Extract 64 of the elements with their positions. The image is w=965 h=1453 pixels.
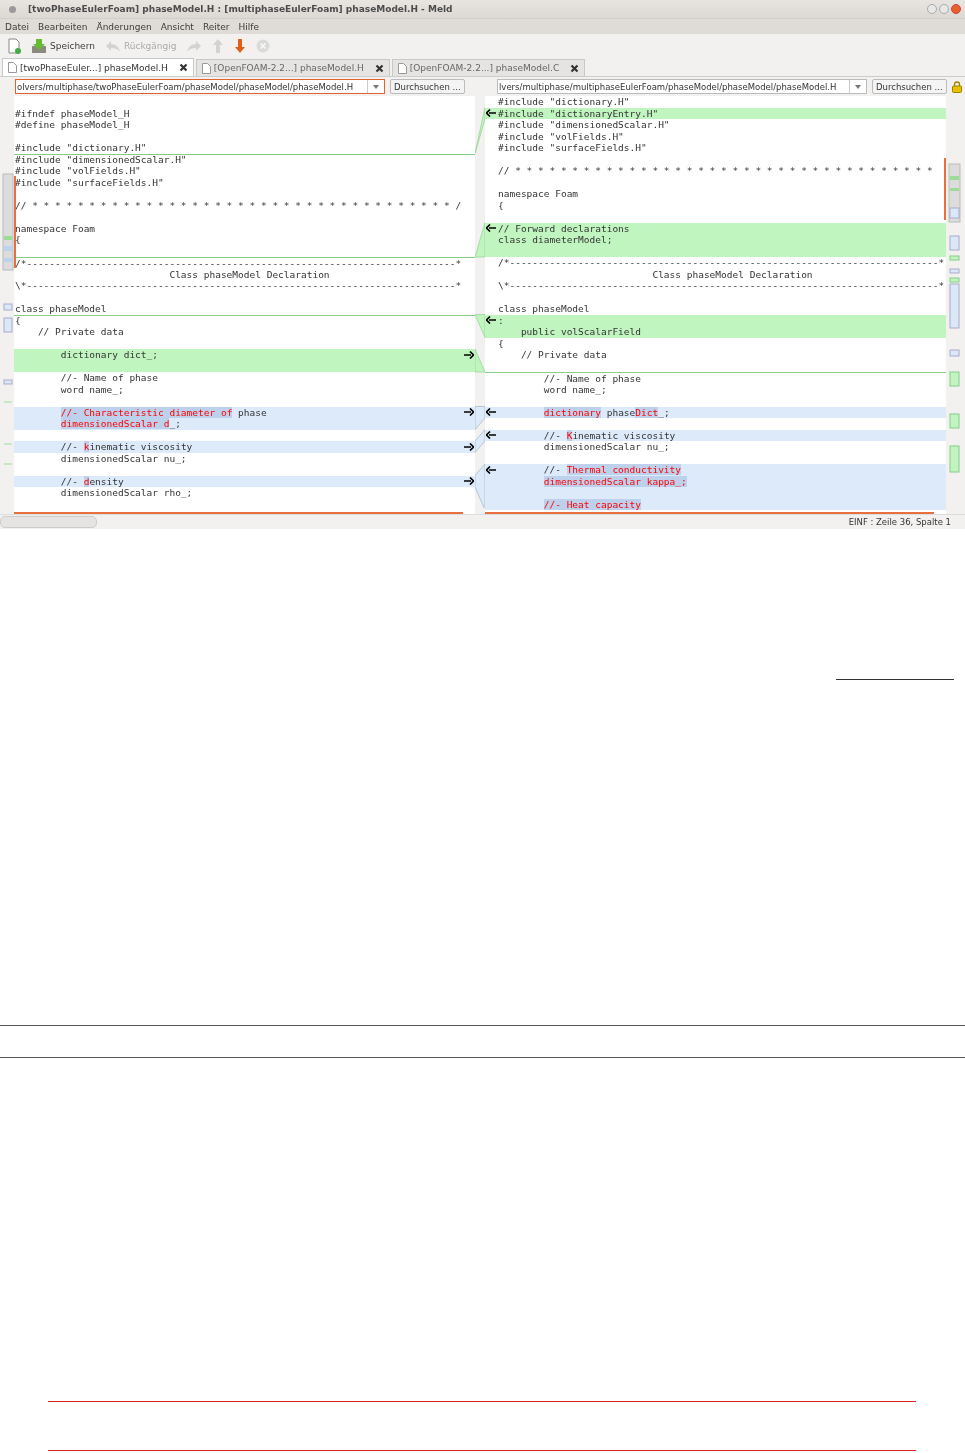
menu-item[interactable]: Datei: [5, 21, 29, 32]
code-line: dictionary dict_;: [59, 349, 158, 360]
code-line: {: [498, 337, 504, 349]
code-line: class phaseModel: [498, 303, 590, 314]
code-line: #include "dictionary.H": [498, 96, 630, 107]
code-line: // Private data: [36, 326, 124, 337]
code-line: #include "dimensionedScalar.H": [498, 119, 670, 130]
code-line: //- Name of phase: [542, 372, 641, 384]
code-line: #include "surfaceFields.H": [498, 142, 647, 153]
code-line: \*---------------------------------------------------------------------------*: [498, 280, 945, 291]
save-button[interactable]: Speichern: [29, 38, 97, 54]
code-line: //- Kinematic viscosity: [542, 429, 676, 441]
menu-item[interactable]: Bearbeiten: [38, 21, 88, 32]
code-line: class phaseModel: [15, 303, 107, 314]
window-title: [twoPhaseEulerFoam] phaseModel.H : [multiphaseEulerFoam] phaseModel.H - Meld: [28, 4, 453, 14]
code-line: #include "dimensionedScalar.H": [15, 154, 187, 165]
code-line: namespace Foam: [498, 188, 579, 199]
browse-button[interactable]: Durchsuchen ...: [872, 79, 947, 94]
code-line: //- Name of phase: [59, 372, 158, 383]
code-line: #include "dictionary.H": [15, 142, 147, 153]
code-line: dimensionedScalar nu_;: [59, 452, 187, 464]
code-line: {: [498, 199, 504, 211]
code-line: #include "volFields.H": [498, 130, 624, 142]
code-line: #include "volFields.H": [15, 165, 141, 176]
code-line: dimensionedScalar d_;: [59, 418, 181, 429]
code-line: dictionary phaseDict_;: [542, 406, 670, 418]
code-line: // * * * * * * * * * * * * * * * * * * * * * * * * * * * * * * * * * * * * * /: [15, 199, 462, 211]
file-tab[interactable]: [twoPhaseEuler...] phaseModel.H: [2, 58, 194, 76]
file-tab[interactable]: [OpenFOAM-2.2...] phaseModel.C: [391, 59, 586, 76]
code-line: //- kinematic viscosity: [59, 441, 193, 452]
code-line: //- Characteristic diameter of phase: [59, 406, 267, 418]
code-line: {: [15, 234, 21, 245]
code-line: // Private data: [519, 349, 607, 360]
path-combo-field[interactable]: lvers/multiphase/multiphaseEulerFoam/phaseModel/phaseModel/phaseModel.H: [497, 79, 867, 94]
code-line: // * * * * * * * * * * * * * * * * * * * * * * * * * * * * * * * * * * * * *: [498, 165, 933, 176]
code-line: word name_;: [542, 383, 607, 395]
code-line: /*---------------------------------------------------------------------------*: [15, 257, 462, 269]
code-line: #define phaseModel_H: [15, 119, 130, 130]
code-line: #include "dictionaryEntry.H": [498, 107, 659, 119]
code-line: {: [15, 315, 21, 326]
code-line: dimensionedScalar nu_;: [542, 441, 670, 452]
menu-item[interactable]: Änderungen: [96, 21, 152, 32]
code-line: //- density: [59, 475, 124, 487]
menu-item[interactable]: Ansicht: [160, 21, 194, 32]
code-line: :: [498, 314, 504, 326]
path-combo-field[interactable]: olvers/multiphase/twoPhaseEulerFoam/phaseModel/phaseModel/phaseModel.H: [15, 79, 385, 94]
code-line: public volScalarField: [519, 326, 641, 337]
code-line: word name_;: [59, 383, 124, 395]
code-line: Class phaseModel Declaration: [168, 268, 330, 280]
code-line: \*---------------------------------------------------------------------------*: [15, 280, 462, 291]
code-line: /*---------------------------------------------------------------------------*: [498, 257, 945, 268]
code-line: #include "surfaceFields.H": [15, 176, 164, 188]
code-line: dimensionedScalar rho_;: [59, 487, 193, 498]
code-line: Class phaseModel Declaration: [651, 268, 813, 280]
code-line: // Forward declarations: [498, 222, 630, 234]
code-line: #ifndef phaseModel_H: [15, 107, 130, 119]
menu-item[interactable]: Reiter: [202, 21, 230, 32]
status-text: EINF : Zeile 36, Spalte 1: [848, 517, 951, 527]
file-tab[interactable]: [OpenFOAM-2.2...] phaseModel.H: [195, 59, 390, 76]
code-line: namespace Foam: [15, 222, 96, 234]
code-line: //- Thermal conductivity: [542, 464, 682, 475]
code-line: class diameterModel;: [498, 234, 613, 245]
menu-item[interactable]: Hilfe: [238, 21, 260, 32]
browse-button[interactable]: Durchsuchen ...: [390, 79, 465, 94]
